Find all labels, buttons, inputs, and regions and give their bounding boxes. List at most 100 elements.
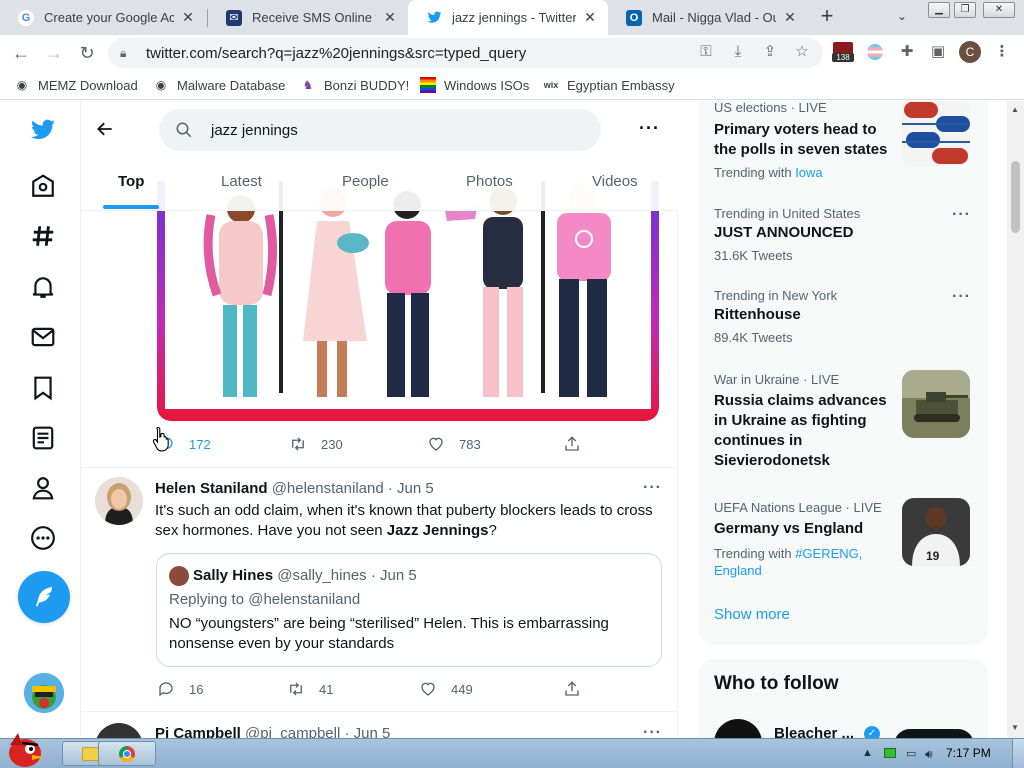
scroll-down-arrow-icon[interactable]: ▼ — [1011, 723, 1019, 732]
back-arrow-icon[interactable] — [95, 119, 117, 141]
tweet-author-avatar[interactable] — [95, 723, 143, 738]
retweet-button[interactable]: 230 — [289, 432, 343, 456]
hand-cursor-icon — [152, 426, 172, 452]
tweet-actions: 172 230 783 — [157, 432, 657, 456]
trend-link[interactable]: Iowa — [795, 165, 822, 180]
account-avatar[interactable] — [24, 673, 64, 713]
trend-link[interactable]: England — [714, 563, 762, 578]
share-button[interactable] — [563, 432, 595, 456]
lists-icon[interactable] — [28, 423, 58, 453]
pride-flag-extension-icon[interactable] — [865, 42, 885, 62]
browser-tab-twitter[interactable]: jazz jennings - Twitter S ✕ — [408, 0, 608, 35]
puzzle-icon[interactable]: ✚ — [897, 42, 917, 62]
trend-title[interactable]: Primary voters head to the polls in seve… — [714, 120, 894, 160]
trend-title[interactable]: JUST ANNOUNCED — [714, 223, 853, 243]
bookmark-memz[interactable]: ◉ MEMZ Download — [14, 76, 138, 94]
tweet-more-icon[interactable]: ··· — [643, 724, 662, 738]
search-more-options-icon[interactable]: ··· — [639, 118, 660, 139]
browser-tab-outlook[interactable]: O Mail - Nigga Vlad - Out ✕ — [608, 0, 808, 35]
compose-tweet-button[interactable] — [18, 571, 70, 623]
taskbar-chrome[interactable] — [98, 741, 156, 766]
show-hidden-icons-icon[interactable]: ▲ — [862, 747, 873, 759]
tweet-date[interactable]: · Jun 5 — [388, 480, 434, 497]
share-button[interactable] — [563, 677, 595, 701]
bookmark-bonzi[interactable]: ♞ Bonzi BUDDY! — [300, 76, 410, 94]
trend-title[interactable]: Rittenhouse — [714, 305, 801, 325]
retweet-button[interactable]: 41 — [287, 677, 333, 701]
tweet-author-avatar[interactable] — [95, 477, 143, 525]
bookmark-malware-db[interactable]: ◉ Malware Database — [153, 76, 286, 94]
extension-badge-icon[interactable]: 138 — [832, 42, 854, 62]
quoted-tweet[interactable]: Sally Hines @sally_hines · Jun 5 Replyin… — [156, 553, 662, 667]
trend-title[interactable]: Russia claims advances in Ukraine as fig… — [714, 391, 894, 471]
taskbar-clock[interactable]: 7:17 PM — [946, 746, 991, 760]
trend-sub-prefix: Trending with — [714, 165, 792, 180]
tab-people[interactable]: People — [342, 173, 389, 190]
share-icon[interactable]: ⇪ — [760, 42, 780, 62]
browser-tab-google[interactable]: G Create your Google Ac ✕ — [0, 0, 206, 35]
like-button[interactable]: 449 — [419, 677, 473, 701]
trend-more-icon[interactable]: ··· — [952, 206, 971, 224]
scrollbar-thumb[interactable] — [1011, 161, 1020, 233]
quoted-author-handle: @sally_hines — [277, 567, 367, 584]
notifications-bell-icon[interactable] — [28, 272, 58, 302]
profile-icon[interactable] — [28, 473, 58, 503]
like-button[interactable]: 783 — [427, 432, 481, 456]
home-icon[interactable] — [28, 171, 58, 201]
close-icon[interactable]: ✕ — [582, 9, 598, 26]
back-button[interactable]: ← — [10, 42, 32, 64]
sidebar-icon[interactable]: ▣ — [928, 42, 948, 62]
tweet-media-image[interactable] — [157, 181, 659, 421]
minimize-button[interactable]: ▁ — [928, 2, 950, 18]
tweet-date[interactable]: · Jun 5 — [344, 725, 390, 738]
tweet-author-handle[interactable]: @pj_campbell — [245, 725, 340, 738]
close-icon[interactable]: ✕ — [382, 9, 398, 26]
bookmarks-icon[interactable] — [28, 373, 58, 403]
bookmark-egyptian-embassy[interactable]: wix Egyptian Embassy — [543, 76, 675, 94]
show-more-link[interactable]: Show more — [714, 606, 790, 623]
install-icon[interactable]: ⤓ — [728, 42, 748, 62]
trend-link[interactable]: #GERENG, — [795, 546, 862, 561]
follow-suggestion-name[interactable]: Bleacher ... — [774, 725, 854, 738]
key-icon[interactable]: ⚿ — [696, 42, 716, 62]
trend-title[interactable]: Germany vs England — [714, 519, 894, 539]
new-tab-button[interactable]: + — [816, 5, 838, 28]
follow-suggestion-avatar[interactable] — [714, 719, 762, 738]
tab-photos[interactable]: Photos — [466, 173, 513, 190]
reload-button[interactable]: ↻ — [76, 42, 98, 64]
close-icon[interactable]: ✕ — [180, 9, 196, 26]
close-window-button[interactable]: ✕ — [983, 2, 1015, 18]
explore-hashtag-icon[interactable] — [28, 221, 58, 251]
url-text: twitter.com/search?q=jazz%20jennings&src… — [146, 44, 527, 62]
twitter-logo-icon[interactable] — [28, 115, 58, 145]
start-button[interactable] — [2, 731, 48, 768]
tab-latest[interactable]: Latest — [221, 173, 262, 190]
tweet-more-icon[interactable]: ··· — [643, 479, 662, 497]
chevron-down-icon[interactable]: ⌄ — [897, 9, 907, 23]
tweet-author-handle[interactable]: @helenstaniland — [272, 480, 384, 497]
tweet-author-name[interactable]: Pj Campbell — [155, 725, 241, 738]
messages-mail-icon[interactable] — [28, 322, 58, 352]
tab-top[interactable]: Top — [118, 173, 144, 190]
follow-button[interactable] — [894, 729, 974, 738]
browser-tab-sms[interactable]: ✉ Receive SMS Online for ✕ — [208, 0, 408, 35]
restore-button[interactable]: ❐ — [954, 2, 976, 18]
tab-videos[interactable]: Videos — [592, 173, 638, 190]
page-scrollbar[interactable]: ▲ ▼ — [1007, 101, 1024, 738]
close-icon[interactable]: ✕ — [782, 9, 798, 26]
bookmark-star-icon[interactable]: ☆ — [792, 42, 812, 62]
kebab-menu-icon[interactable]: ⋮ — [992, 42, 1012, 62]
profile-avatar[interactable]: C — [959, 41, 981, 63]
forward-button[interactable]: → — [43, 42, 65, 64]
scroll-up-arrow-icon[interactable]: ▲ — [1011, 105, 1019, 114]
volume-icon[interactable]: 🔊︎ — [925, 747, 933, 762]
bookmark-windows-isos[interactable]: Windows ISOs — [420, 76, 529, 94]
show-desktop-button[interactable] — [1012, 739, 1024, 768]
more-options-icon[interactable] — [28, 523, 58, 553]
monitor-icon[interactable]: ▭ — [906, 747, 916, 760]
trend-more-icon[interactable]: ··· — [952, 288, 971, 306]
reply-button[interactable]: 16 — [157, 677, 203, 701]
network-icon[interactable] — [884, 748, 896, 758]
search-input[interactable]: jazz jennings — [159, 109, 601, 151]
tweet-author-name[interactable]: Helen Staniland — [155, 480, 268, 497]
